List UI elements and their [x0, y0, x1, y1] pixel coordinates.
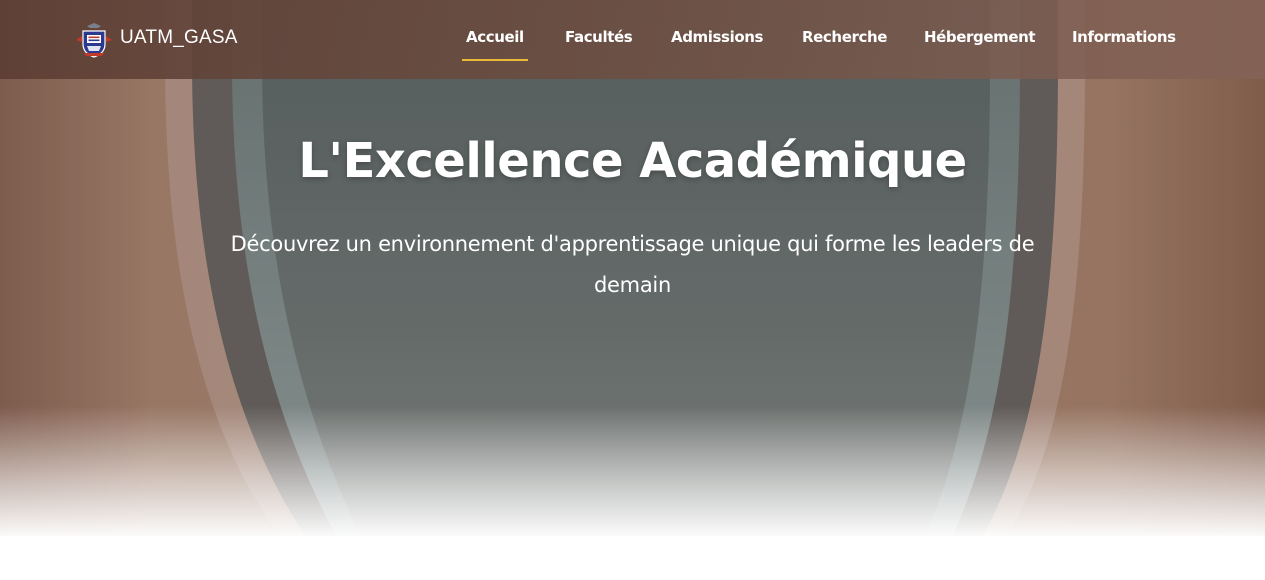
hero-section: L'Excellence Académique Découvrez un env… — [0, 0, 1265, 536]
hero-bottom-fade — [0, 406, 1265, 536]
nav-item-informations[interactable]: Informations — [1072, 28, 1176, 62]
hero-title: L'Excellence Académique — [298, 133, 967, 189]
nav-item-admissions[interactable]: Admissions — [671, 28, 763, 62]
brand-link[interactable]: UATM_GASA — [74, 22, 238, 58]
university-crest-icon — [74, 22, 114, 58]
nav-item-facultes[interactable]: Facultés — [565, 28, 633, 62]
nav-item-hebergement[interactable]: Hébergement — [924, 28, 1036, 62]
page: L'Excellence Académique Découvrez un env… — [0, 0, 1265, 580]
navbar: UATM_GASA Accueil Facultés Admissions Re… — [0, 0, 1265, 79]
hero-subtitle: Découvrez un environnement d'apprentissa… — [230, 232, 1035, 297]
brand-name: UATM_GASA — [120, 27, 238, 48]
nav-item-recherche[interactable]: Recherche — [802, 28, 887, 62]
nav-item-accueil[interactable]: Accueil — [462, 28, 528, 62]
